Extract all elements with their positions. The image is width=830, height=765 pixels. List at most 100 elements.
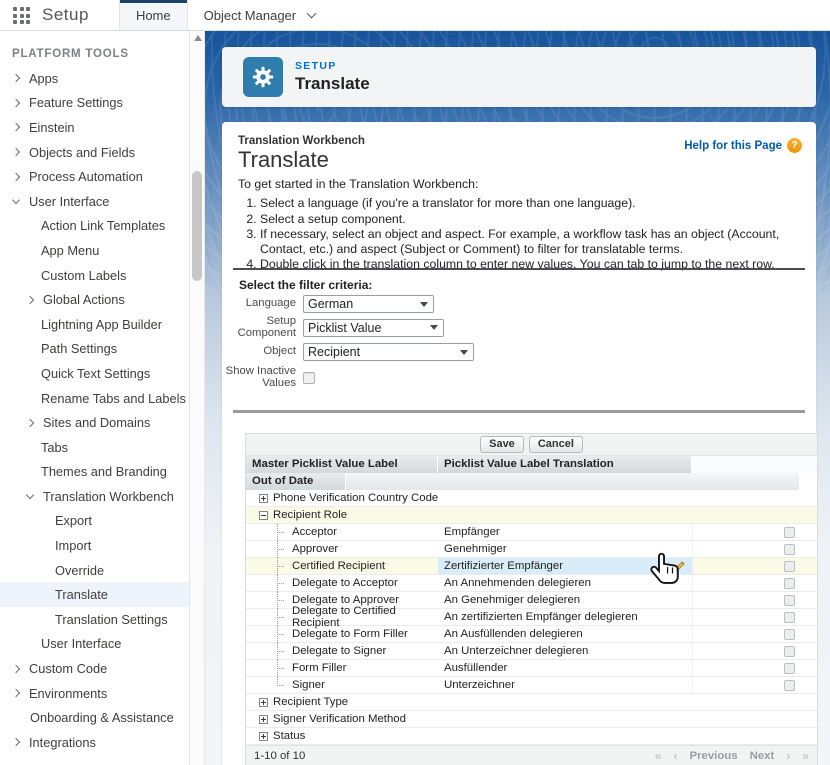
out-of-date-checkbox [784, 595, 795, 606]
intro-lead: To get started in the Translation Workbe… [238, 177, 478, 191]
out-of-date-checkbox [784, 663, 795, 674]
translation-cell[interactable]: Empfänger [438, 524, 692, 540]
tree-elbow-icon [273, 575, 289, 592]
app-launcher-icon[interactable] [13, 7, 30, 24]
chevron-right-icon [12, 664, 20, 672]
expand-icon[interactable] [259, 494, 268, 503]
sidebar-item-translate[interactable]: Translate [0, 582, 189, 607]
first-page-button[interactable]: « [655, 749, 662, 763]
expand-icon[interactable] [259, 732, 268, 741]
sidebar-item-onboarding-assistance[interactable]: Onboarding & Assistance [0, 705, 189, 730]
column-header-master[interactable]: Master Picklist Value Label [246, 456, 438, 473]
sidebar-item-process-automation[interactable]: Process Automation [0, 164, 189, 189]
sidebar-item-custom-code[interactable]: Custom Code [0, 656, 189, 681]
out-of-date-checkbox [784, 646, 795, 657]
sidebar-item-apps[interactable]: Apps [0, 66, 189, 91]
last-page-button[interactable]: » [802, 749, 809, 763]
translation-cell-editing[interactable]: Zertifizierter Empfänger [438, 558, 692, 574]
sidebar-item-lightning-app-builder[interactable]: Lightning App Builder [0, 312, 189, 337]
sidebar-item-sites-and-domains[interactable]: Sites and Domains [0, 410, 189, 435]
translation-cell[interactable]: Genehmiger [438, 541, 692, 557]
previous-link[interactable]: Previous [689, 750, 737, 762]
chevron-right-icon [12, 738, 20, 746]
translation-cell[interactable]: Ausfüllender [438, 660, 692, 676]
pagination-controls: « ‹ Previous Next › » [655, 749, 809, 763]
sidebar-item-integrations[interactable]: Integrations [0, 730, 189, 755]
table-row: Approver Genehmiger [246, 541, 817, 558]
tree-elbow-end-icon [273, 677, 289, 694]
translation-cell[interactable]: An Unterzeichner delegieren [438, 643, 692, 659]
next-link[interactable]: Next [750, 750, 775, 762]
sidebar-item-themes-and-branding[interactable]: Themes and Branding [0, 460, 189, 485]
filter-bottom-rule [233, 410, 805, 413]
next-page-button[interactable]: › [786, 749, 790, 763]
sidebar-item-translation-settings[interactable]: Translation Settings [0, 607, 189, 632]
collapse-icon[interactable] [259, 511, 268, 520]
translation-cell[interactable]: An Genehmiger delegieren [438, 592, 692, 608]
sidebar-item-feature-settings[interactable]: Feature Settings [0, 91, 189, 116]
sidebar-item-custom-labels[interactable]: Custom Labels [0, 263, 189, 288]
sidebar-item-override[interactable]: Override [0, 558, 189, 583]
object-select[interactable]: Recipient [303, 343, 474, 361]
cancel-button[interactable]: Cancel [529, 436, 583, 453]
setup-eyebrow-label: SETUP [295, 60, 370, 72]
sidebar-item-objects-and-fields[interactable]: Objects and Fields [0, 140, 189, 165]
translation-cell[interactable]: An Ausfüllenden delegieren [438, 626, 692, 642]
language-select[interactable]: German [303, 295, 434, 313]
dropdown-arrow-icon [420, 302, 428, 307]
edit-pencil-icon[interactable] [673, 560, 686, 576]
setup-nav-sidebar: PLATFORM TOOLS Apps Feature Settings Ein… [0, 31, 190, 765]
sidebar-item-action-link-templates[interactable]: Action Link Templates [0, 214, 189, 239]
table-row: Delegate to Certified Recipient An zerti… [246, 609, 817, 626]
column-header-out-of-date[interactable]: Out of Date [246, 473, 346, 490]
page-title: Translate [295, 74, 370, 94]
sidebar-item-tabs[interactable]: Tabs [0, 435, 189, 460]
sidebar-item-translation-workbench[interactable]: Translation Workbench [0, 484, 189, 509]
setup-component-select[interactable]: Picklist Value [303, 319, 444, 337]
prev-page-button[interactable]: ‹ [673, 749, 677, 763]
translation-cell[interactable]: An zertifizierten Empfänger delegieren [438, 609, 692, 625]
help-for-this-page-link[interactable]: Help for this Page ? [684, 138, 802, 153]
sidebar-item-export[interactable]: Export [0, 509, 189, 534]
grid-header-row: Master Picklist Value Label Picklist Val… [246, 456, 817, 473]
column-header-translation[interactable]: Picklist Value Label Translation [438, 456, 692, 473]
out-of-date-checkbox [784, 561, 795, 572]
sidebar-item-quick-text-settings[interactable]: Quick Text Settings [0, 361, 189, 386]
master-label: Delegate to Form Filler [292, 628, 408, 640]
table-row: Recipient Type [246, 694, 817, 711]
sidebar-item-global-actions[interactable]: Global Actions [0, 287, 189, 312]
sidebar-item-path-settings[interactable]: Path Settings [0, 337, 189, 362]
scrollbar-thumb[interactable] [192, 171, 202, 281]
intro-step: Select a setup component. [260, 212, 800, 227]
master-label: Delegate to Acceptor [292, 577, 398, 589]
pagination-range: 1-10 of 10 [254, 750, 305, 762]
app-title: Setup [42, 5, 89, 25]
translation-cell[interactable]: An Annehmenden delegieren [438, 575, 692, 591]
master-label: Signer [292, 679, 325, 691]
show-inactive-values-checkbox[interactable] [303, 372, 315, 384]
save-button[interactable]: Save [480, 436, 524, 453]
grid-footer: 1-10 of 10 « ‹ Previous Next › » [246, 745, 817, 765]
expand-icon[interactable] [259, 715, 268, 724]
table-row: Delegate to Acceptor An Annehmenden dele… [246, 575, 817, 592]
dropdown-arrow-icon [460, 350, 468, 355]
tree-elbow-icon [273, 524, 289, 541]
translation-cell[interactable]: Unterzeichner [438, 677, 692, 693]
main-content-area: SETUP Translate Translation Workbench Tr… [205, 31, 830, 765]
sidebar-item-import[interactable]: Import [0, 533, 189, 558]
out-of-date-checkbox [784, 629, 795, 640]
expand-icon[interactable] [259, 698, 268, 707]
chevron-right-icon [12, 74, 20, 82]
tree-elbow-icon [273, 643, 289, 660]
sidebar-item-app-menu[interactable]: App Menu [0, 238, 189, 263]
language-label: Language [222, 298, 303, 310]
sidebar-item-user-interface[interactable]: User Interface [0, 189, 189, 214]
sidebar-item-rename-tabs-and-labels[interactable]: Rename Tabs and Labels [0, 386, 189, 411]
sidebar-item-einstein[interactable]: Einstein [0, 115, 189, 140]
sidebar-item-user-interface-page[interactable]: User Interface [0, 632, 189, 657]
intro-step: If necessary, select an object and aspec… [260, 227, 800, 256]
tab-home[interactable]: Home [119, 0, 188, 30]
tab-object-manager[interactable]: Object Manager [188, 0, 332, 30]
sidebar-item-environments[interactable]: Environments [0, 681, 189, 706]
sidebar-scrollbar[interactable] [190, 31, 205, 765]
